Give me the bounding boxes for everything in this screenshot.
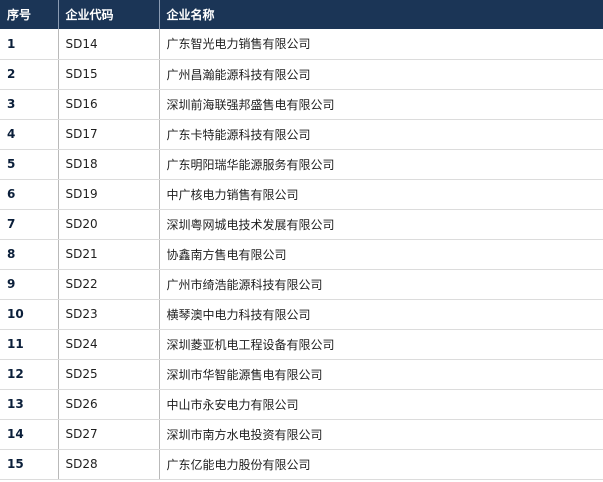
company-name-cell: 广东卡特能源科技有限公司 — [159, 119, 603, 150]
table-row: 13 SD26 中山市永安电力有限公司 — [0, 389, 603, 420]
company-code-cell: SD20 — [58, 209, 160, 240]
company-code-cell: SD19 — [58, 179, 160, 210]
company-name-cell: 广州昌瀚能源科技有限公司 — [159, 59, 603, 90]
table-row: 10 SD23 横琴澳中电力科技有限公司 — [0, 299, 603, 330]
company-table: 序号 企业代码 企业名称 1 SD14 广东智光电力销售有限公司 2 SD15 广州昌瀚能… — [0, 0, 603, 480]
serial-number-cell: 11 — [0, 329, 59, 360]
header-company-name: 企业名称 — [159, 0, 603, 29]
company-code-cell: SD18 — [58, 149, 160, 180]
serial-number-cell: 8 — [0, 239, 59, 270]
serial-number-cell: 1 — [0, 29, 59, 60]
company-name-cell: 广东明阳瑞华能源服务有限公司 — [159, 149, 603, 180]
company-code-cell: SD14 — [58, 29, 160, 60]
header-company-code: 企业代码 — [58, 0, 160, 29]
serial-number-cell: 3 — [0, 89, 59, 120]
company-code-cell: SD24 — [58, 329, 160, 360]
company-name-cell: 深圳前海联强邦盛售电有限公司 — [159, 89, 603, 120]
company-name-cell: 广东亿能电力股份有限公司 — [159, 449, 603, 480]
table-row: 11 SD24 深圳菱亚机电工程设备有限公司 — [0, 329, 603, 360]
company-name-cell: 深圳粤网城电技术发展有限公司 — [159, 209, 603, 240]
company-name-cell: 广东智光电力销售有限公司 — [159, 29, 603, 60]
table-row: 8 SD21 协鑫南方售电有限公司 — [0, 239, 603, 270]
company-name-cell: 深圳菱亚机电工程设备有限公司 — [159, 329, 603, 360]
company-code-cell: SD21 — [58, 239, 160, 270]
company-name-cell: 横琴澳中电力科技有限公司 — [159, 299, 603, 330]
table-row: 15 SD28 广东亿能电力股份有限公司 — [0, 449, 603, 480]
company-code-cell: SD22 — [58, 269, 160, 300]
company-code-cell: SD27 — [58, 419, 160, 450]
serial-number-cell: 4 — [0, 119, 59, 150]
company-code-cell: SD23 — [58, 299, 160, 330]
serial-number-cell: 13 — [0, 389, 59, 420]
table-row: 9 SD22 广州市绮浩能源科技有限公司 — [0, 269, 603, 300]
serial-number-cell: 12 — [0, 359, 59, 390]
table-body: 1 SD14 广东智光电力销售有限公司 2 SD15 广州昌瀚能源科技有限公司 3 SD16 深… — [0, 29, 603, 480]
table-row: 7 SD20 深圳粤网城电技术发展有限公司 — [0, 209, 603, 240]
company-code-cell: SD28 — [58, 449, 160, 480]
company-name-cell: 深圳市华智能源售电有限公司 — [159, 359, 603, 390]
company-name-cell: 中山市永安电力有限公司 — [159, 389, 603, 420]
company-code-cell: SD26 — [58, 389, 160, 420]
serial-number-cell: 10 — [0, 299, 59, 330]
company-code-cell: SD16 — [58, 89, 160, 120]
table-row: 1 SD14 广东智光电力销售有限公司 — [0, 29, 603, 60]
table-row: 6 SD19 中广核电力销售有限公司 — [0, 179, 603, 210]
serial-number-cell: 5 — [0, 149, 59, 180]
serial-number-cell: 9 — [0, 269, 59, 300]
header-row: 序号 企业代码 企业名称 — [0, 0, 603, 29]
table-row: 4 SD17 广东卡特能源科技有限公司 — [0, 119, 603, 150]
table-row: 2 SD15 广州昌瀚能源科技有限公司 — [0, 59, 603, 90]
company-code-cell: SD25 — [58, 359, 160, 390]
table-header: 序号 企业代码 企业名称 — [0, 0, 603, 29]
company-code-cell: SD15 — [58, 59, 160, 90]
company-name-cell: 深圳市南方水电投资有限公司 — [159, 419, 603, 450]
serial-number-cell: 2 — [0, 59, 59, 90]
company-name-cell: 协鑫南方售电有限公司 — [159, 239, 603, 270]
company-name-cell: 广州市绮浩能源科技有限公司 — [159, 269, 603, 300]
serial-number-cell: 15 — [0, 449, 59, 480]
serial-number-cell: 14 — [0, 419, 59, 450]
company-code-cell: SD17 — [58, 119, 160, 150]
company-name-cell: 中广核电力销售有限公司 — [159, 179, 603, 210]
table-row: 5 SD18 广东明阳瑞华能源服务有限公司 — [0, 149, 603, 180]
header-serial-number: 序号 — [0, 0, 59, 29]
table-row: 12 SD25 深圳市华智能源售电有限公司 — [0, 359, 603, 390]
serial-number-cell: 6 — [0, 179, 59, 210]
serial-number-cell: 7 — [0, 209, 59, 240]
table-row: 3 SD16 深圳前海联强邦盛售电有限公司 — [0, 89, 603, 120]
table-row: 14 SD27 深圳市南方水电投资有限公司 — [0, 419, 603, 450]
